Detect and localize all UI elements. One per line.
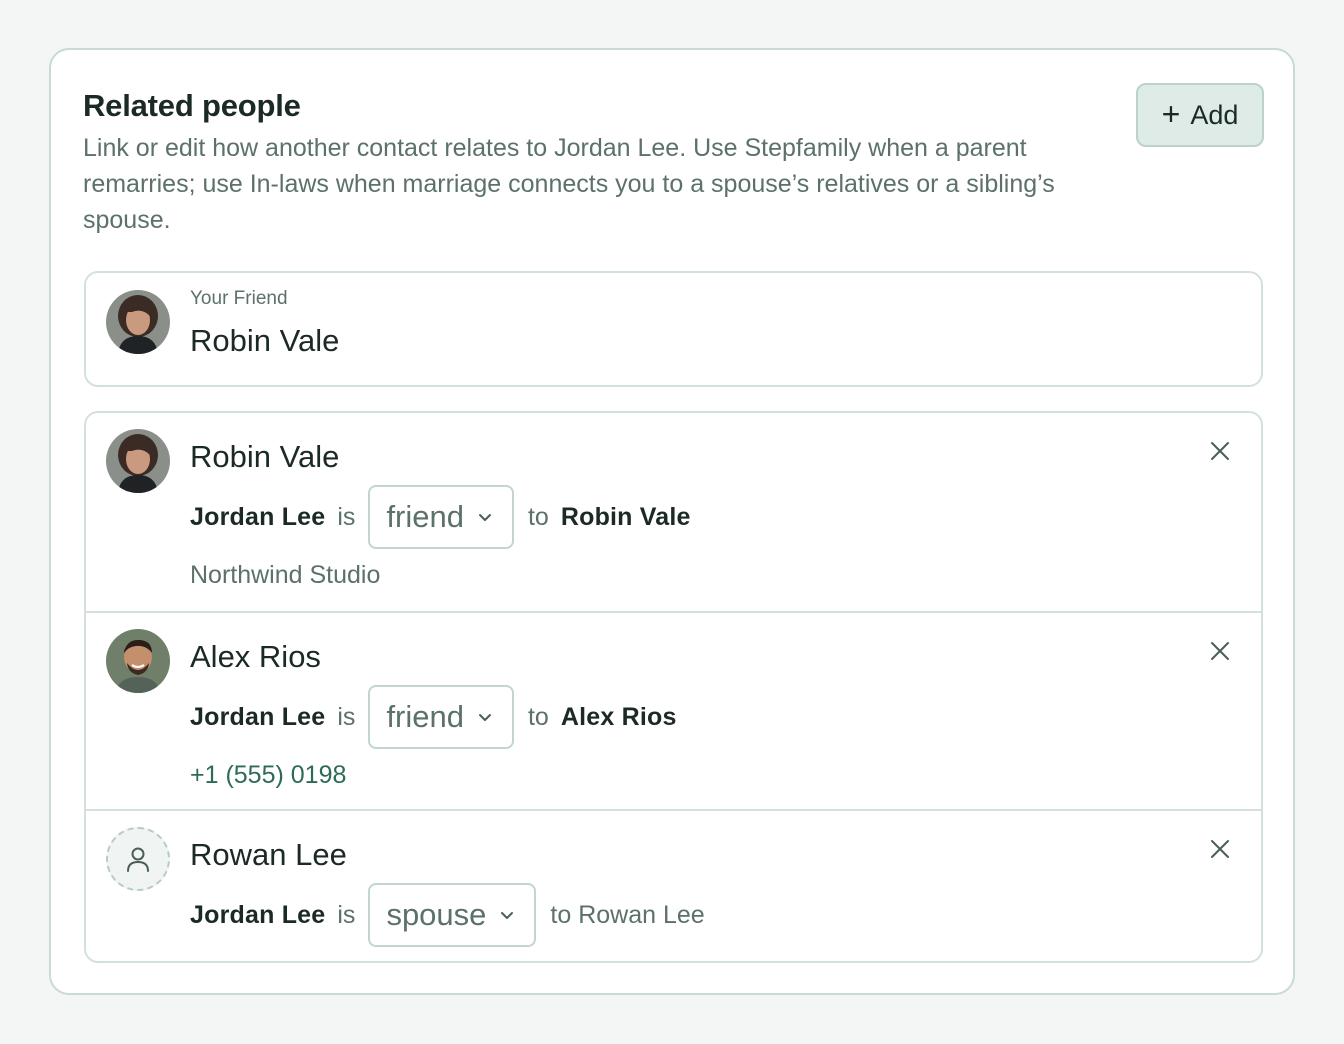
subject-name: Jordan Lee: [190, 702, 326, 731]
contact-name: Robin Vale: [190, 439, 340, 474]
subject-name: Jordan Lee: [190, 900, 326, 929]
chevron-down-icon: [501, 912, 514, 919]
avatar-robin-vale: [106, 290, 170, 354]
relation-sentence: Jordan Lee is friend to Alex Rios: [190, 685, 677, 749]
add-related-person-button[interactable]: + Add: [1136, 83, 1264, 147]
relation-row: Rowan Lee Jordan Lee is spouse to Rowan …: [86, 809, 1261, 961]
contact-name: Rowan Lee: [190, 837, 347, 872]
relation-type-value: friend: [386, 699, 464, 734]
remove-relation-close-icon[interactable]: [1208, 439, 1232, 463]
relations-list: Robin Vale Jordan Lee is friend to Robin…: [84, 411, 1263, 963]
to-target-text: to Rowan Lee: [550, 900, 705, 929]
plus-icon: +: [1161, 95, 1181, 132]
relation-type-select[interactable]: friend: [368, 485, 514, 549]
target-name: Robin Vale: [560, 502, 691, 531]
section-description: Link or edit how another contact relates…: [83, 134, 1055, 234]
to-label: to: [527, 502, 549, 531]
relation-sentence: Jordan Lee is friend to Robin Vale: [190, 485, 691, 549]
relation-row: Robin Vale Jordan Lee is friend to Robin…: [86, 413, 1261, 611]
relation-type-label: Your Friend: [190, 288, 288, 309]
related-people-card: Related people Link or edit how another …: [49, 48, 1295, 995]
add-button-label: Add: [1190, 99, 1239, 130]
relation-type-value: friend: [386, 499, 464, 534]
avatar-placeholder: [106, 827, 170, 891]
chevron-down-icon: [478, 714, 491, 721]
relation-type-select[interactable]: spouse: [368, 883, 537, 947]
relation-type-select[interactable]: friend: [368, 685, 514, 749]
remove-relation-close-icon[interactable]: [1208, 837, 1232, 861]
is-label: is: [337, 702, 356, 731]
is-label: is: [337, 900, 356, 929]
contact-organization: Northwind Studio: [190, 561, 381, 589]
to-label: to: [527, 702, 549, 731]
chevron-down-icon: [478, 514, 491, 521]
is-label: is: [337, 502, 356, 531]
relation-type-value: spouse: [386, 897, 487, 932]
avatar-robin-vale: [106, 429, 170, 493]
primary-contact-name: Robin Vale: [190, 323, 340, 358]
avatar-alex-rios: [106, 629, 170, 693]
contact-phone-link[interactable]: +1 (555) 0198: [190, 761, 346, 790]
relation-sentence: Jordan Lee is spouse to Rowan Lee: [190, 883, 717, 947]
primary-relation-panel: Your Friend Robin Vale: [84, 271, 1263, 387]
target-name: Alex Rios: [560, 702, 677, 731]
section-title: Related people: [83, 88, 301, 123]
contact-name: Alex Rios: [190, 639, 321, 674]
person-icon: [127, 847, 149, 872]
subject-name: Jordan Lee: [190, 502, 326, 531]
relation-row: Alex Rios Jordan Lee is friend to Alex R…: [86, 611, 1261, 809]
remove-relation-close-icon[interactable]: [1208, 639, 1232, 663]
